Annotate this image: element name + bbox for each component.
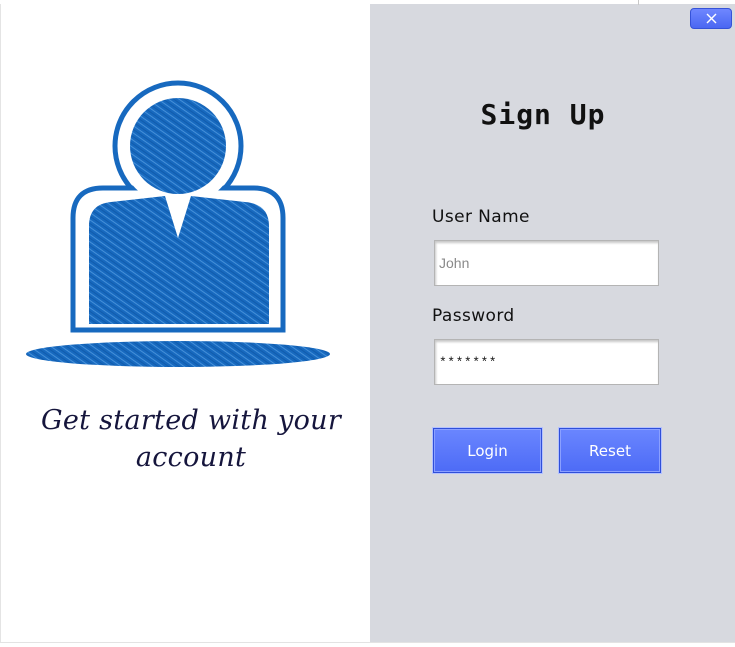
- reset-button[interactable]: Reset: [559, 428, 661, 473]
- tagline: Get started with your account: [21, 402, 361, 476]
- tagline-line-2: account: [135, 442, 247, 473]
- tagline-line-1: Get started with your: [40, 405, 342, 436]
- password-input[interactable]: [434, 339, 659, 385]
- page-title: Sign Up: [480, 98, 606, 131]
- login-button[interactable]: Login: [433, 428, 542, 473]
- user-silhouette-icon: [26, 80, 330, 367]
- username-input[interactable]: [434, 240, 659, 286]
- close-icon: [706, 13, 716, 24]
- close-button[interactable]: [690, 8, 732, 29]
- bottom-divider: [0, 642, 735, 643]
- password-label: Password: [432, 306, 515, 326]
- left-panel: Get started with your account: [0, 4, 370, 642]
- top-divider: [638, 0, 639, 5]
- username-label: User Name: [432, 207, 530, 227]
